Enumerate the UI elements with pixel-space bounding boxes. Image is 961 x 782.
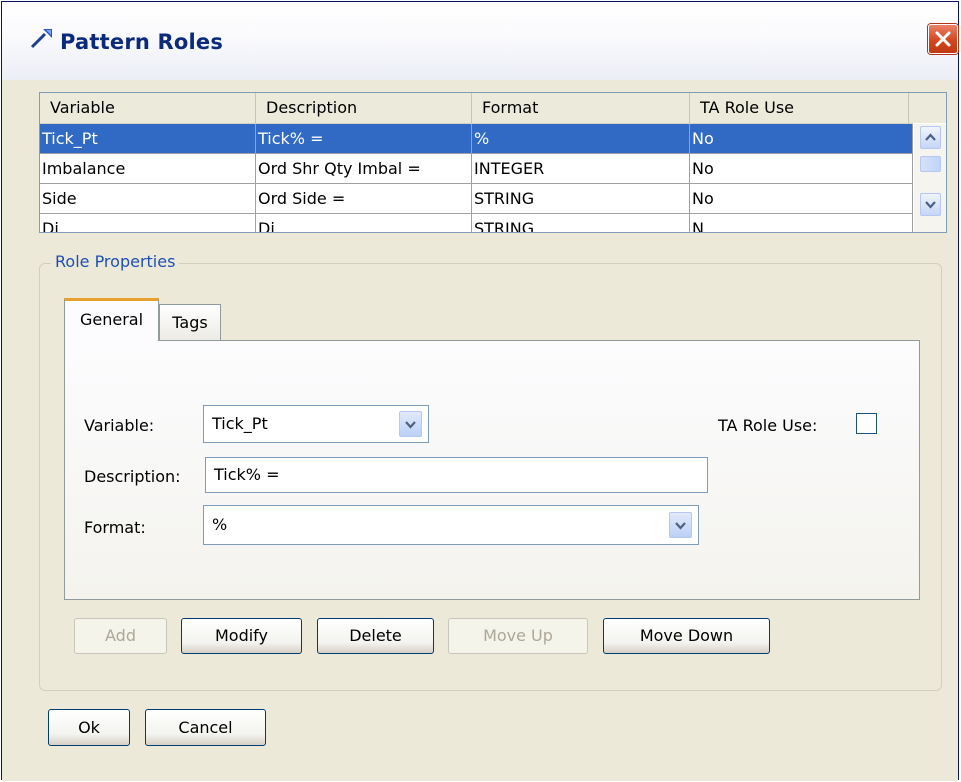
chevron-down-icon [405, 421, 416, 429]
cell-variable: Side [40, 184, 256, 214]
format-combobox-value: % [212, 515, 228, 534]
cell-description: Ord Shr Qty Imbal = [256, 154, 472, 184]
cell-variable: Tick_Pt [40, 124, 256, 154]
cell-description: Ord Side = [256, 184, 472, 214]
move-up-button[interactable]: Move Up [448, 618, 588, 654]
table-row[interactable]: Di... Di... STRING N... [40, 214, 913, 232]
table-scrollbar[interactable] [914, 124, 946, 232]
column-header-variable[interactable]: Variable [40, 93, 256, 123]
chevron-up-icon [925, 133, 936, 141]
add-button[interactable]: Add [74, 618, 167, 654]
ok-button[interactable]: Ok [48, 709, 130, 746]
variable-label: Variable: [84, 416, 155, 435]
scroll-thumb[interactable] [920, 156, 941, 172]
cell-format: STRING [472, 214, 690, 232]
table-row[interactable]: Imbalance Ord Shr Qty Imbal = INTEGER No [40, 154, 913, 184]
cell-format: STRING [472, 184, 690, 214]
title-bar[interactable]: Pattern Roles [2, 2, 958, 80]
ta-role-use-checkbox[interactable] [856, 413, 877, 434]
cell-format: INTEGER [472, 154, 690, 184]
dialog-body: Variable Description Format TA Role Use … [2, 80, 958, 781]
move-down-button[interactable]: Move Down [603, 618, 770, 654]
delete-button[interactable]: Delete [317, 618, 434, 654]
chevron-down-icon [925, 201, 936, 209]
tab-tags[interactable]: Tags [159, 304, 221, 340]
cell-format: % [472, 124, 690, 154]
dialog-title: Pattern Roles [60, 30, 224, 54]
table-row[interactable]: Side Ord Side = STRING No [40, 184, 913, 214]
column-header-description[interactable]: Description [256, 93, 472, 123]
close-icon [935, 31, 951, 47]
format-combobox[interactable]: % [203, 505, 699, 545]
pattern-roles-dialog: Pattern Roles Variable Description Forma… [1, 1, 959, 781]
cell-variable: Imbalance [40, 154, 256, 184]
table-header: Variable Description Format TA Role Use [40, 93, 913, 124]
table-row[interactable]: Tick_Pt Tick% = % No [40, 124, 913, 154]
description-field[interactable]: Tick% = [205, 457, 708, 493]
scroll-down-button[interactable] [920, 193, 941, 216]
modify-button[interactable]: Modify [181, 618, 302, 654]
cell-variable: Di... [40, 214, 256, 232]
cell-ta-role-use: N... [690, 214, 913, 232]
header-corner [913, 93, 946, 123]
cell-description: Di... [256, 214, 472, 232]
cell-ta-role-use: No [690, 124, 913, 154]
column-header-format[interactable]: Format [472, 93, 690, 123]
cell-description: Tick% = [256, 124, 472, 154]
description-label: Description: [84, 467, 181, 486]
cancel-button[interactable]: Cancel [145, 709, 266, 746]
roles-table: Variable Description Format TA Role Use … [39, 92, 947, 233]
cell-ta-role-use: No [690, 154, 913, 184]
format-label: Format: [84, 518, 146, 537]
cell-ta-role-use: No [690, 184, 913, 214]
scroll-up-button[interactable] [920, 126, 941, 149]
column-header-ta-role-use[interactable]: TA Role Use [690, 93, 909, 123]
ta-role-use-label: TA Role Use: [718, 416, 818, 435]
format-dropdown-button[interactable] [669, 512, 692, 538]
tab-general[interactable]: General [64, 298, 159, 341]
variable-dropdown-button[interactable] [399, 411, 422, 437]
role-properties-legend: Role Properties [51, 252, 180, 271]
variable-combobox[interactable]: Tick_Pt [203, 405, 429, 443]
close-button[interactable] [928, 24, 958, 54]
variable-combobox-value: Tick_Pt [212, 414, 268, 433]
chevron-down-icon [675, 522, 686, 530]
pattern-wand-icon [30, 29, 52, 49]
